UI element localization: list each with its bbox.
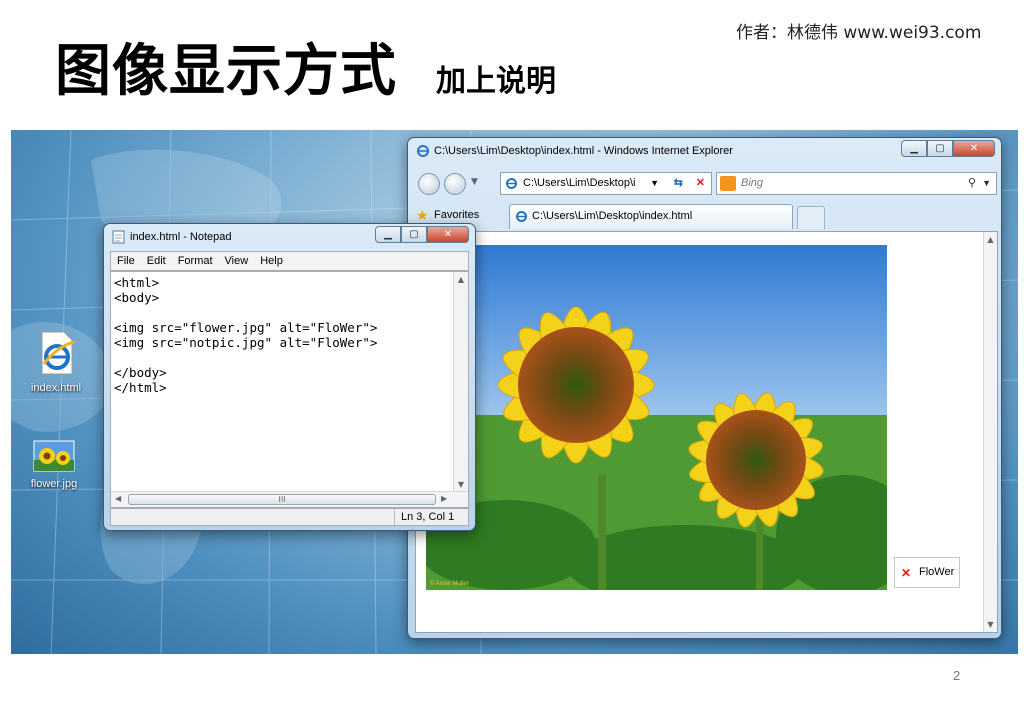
- ie-window-title: C:\Users\Lim\Desktop\index.html - Window…: [434, 145, 733, 157]
- notepad-vertical-scrollbar[interactable]: ▲ ▼: [453, 272, 468, 492]
- new-tab-button[interactable]: [797, 206, 825, 229]
- tab-page-icon: [516, 211, 527, 222]
- bing-icon: [720, 176, 736, 191]
- notepad-horizontal-scrollbar[interactable]: ◀ III ▶: [111, 491, 468, 507]
- minimize-button[interactable]: ▁: [375, 226, 401, 243]
- search-icon[interactable]: ⚲: [968, 173, 976, 194]
- author-credit: 作者：林德伟 www.wei93.com: [736, 23, 982, 43]
- history-dropdown-icon[interactable]: ▼: [471, 177, 478, 187]
- notepad-icon: [112, 230, 125, 244]
- maximize-button[interactable]: ▢: [401, 226, 427, 243]
- html-source-code[interactable]: <html> <body> <img src="flower.jpg" alt=…: [114, 275, 377, 395]
- notepad-menubar: File Edit Format View Help: [110, 251, 469, 271]
- ie-vertical-scrollbar[interactable]: ▲ ▼: [983, 232, 997, 632]
- scroll-down-icon[interactable]: ▼: [454, 480, 468, 489]
- address-bar[interactable]: C:\Users\Lim\Desktop\i ▼ ⇆ ✕: [500, 172, 712, 195]
- ie-window: C:\Users\Lim\Desktop\index.html - Window…: [407, 137, 1002, 639]
- notepad-status-bar: Ln 3, Col 1: [110, 508, 469, 526]
- tab-label: C:\Users\Lim\Desktop\index.html: [532, 210, 693, 222]
- ie-page-content: © Ansel Muller ✕ FloWer ▲ ▼: [415, 231, 998, 633]
- notepad-window: index.html - Notepad ▁ ▢ ✕ File Edit For…: [103, 223, 476, 531]
- back-button[interactable]: [418, 173, 440, 195]
- cursor-position: Ln 3, Col 1: [394, 509, 454, 525]
- sunflower-image: © Ansel Muller: [426, 245, 887, 590]
- stop-icon[interactable]: ✕: [696, 173, 705, 194]
- broken-image-icon: ✕: [901, 566, 912, 580]
- page-icon: [506, 178, 517, 189]
- address-text: C:\Users\Lim\Desktop\i: [523, 177, 636, 189]
- tab-index-html[interactable]: C:\Users\Lim\Desktop\index.html: [509, 204, 793, 229]
- desktop-icon-label: flower.jpg: [30, 478, 78, 490]
- scroll-left-icon[interactable]: ◀: [115, 494, 121, 503]
- notepad-window-controls: ▁ ▢ ✕: [375, 226, 469, 243]
- search-input[interactable]: Bing ⚲ ▼: [716, 172, 997, 195]
- ie-tabs-row: ★ Favorites C:\Users\Lim\Desktop\index.h…: [413, 202, 997, 229]
- ie-address-row: ▼ C:\Users\Lim\Desktop\i ▼ ⇆ ✕ Bing ⚲ ▼: [416, 171, 997, 197]
- menu-view[interactable]: View: [225, 252, 249, 270]
- favorites-label: Favorites: [434, 209, 480, 221]
- menu-format[interactable]: Format: [178, 252, 213, 270]
- scroll-down-icon[interactable]: ▼: [984, 620, 997, 629]
- forward-button[interactable]: [444, 173, 466, 195]
- scroll-right-icon[interactable]: ▶: [441, 494, 447, 503]
- broken-image-alt-text: FloWer: [919, 566, 955, 578]
- photo-credit: © Ansel Muller: [430, 580, 469, 587]
- broken-image-placeholder: ✕ FloWer: [894, 557, 960, 588]
- page-number: 2: [953, 668, 961, 683]
- search-placeholder: Bing: [741, 177, 764, 189]
- desktop-icon-label: index.html: [30, 382, 82, 394]
- address-dropdown-icon[interactable]: ▼: [650, 173, 659, 194]
- menu-edit[interactable]: Edit: [147, 252, 166, 270]
- menu-file[interactable]: File: [117, 252, 135, 270]
- favorites-button[interactable]: ★ Favorites: [416, 205, 479, 225]
- slide-subtitle: 加上说明: [436, 64, 556, 99]
- refresh-icon[interactable]: ⇆: [674, 173, 683, 194]
- ie-file-icon: [41, 331, 75, 375]
- horizontal-scroll-thumb[interactable]: III: [128, 494, 436, 505]
- desktop-icon-flower-jpg[interactable]: flower.jpg: [19, 440, 89, 490]
- maximize-button[interactable]: ▢: [927, 140, 953, 157]
- ie-logo-icon: [417, 145, 429, 157]
- search-dropdown-icon[interactable]: ▼: [982, 173, 991, 194]
- notepad-text-area[interactable]: <html> <body> <img src="flower.jpg" alt=…: [110, 271, 469, 508]
- scroll-up-icon[interactable]: ▲: [984, 235, 997, 244]
- star-icon: ★: [416, 207, 429, 223]
- desktop-icon-index-html[interactable]: index.html: [21, 330, 91, 394]
- scroll-up-icon[interactable]: ▲: [454, 275, 468, 284]
- minimize-button[interactable]: ▁: [901, 140, 927, 157]
- ie-window-controls: ▁ ▢ ✕: [901, 140, 995, 157]
- close-button[interactable]: ✕: [427, 226, 469, 243]
- close-button[interactable]: ✕: [953, 140, 995, 157]
- slide-title: 图像显示方式: [55, 39, 397, 104]
- notepad-window-title: index.html - Notepad: [130, 231, 232, 243]
- image-file-icon: [33, 440, 75, 472]
- menu-help[interactable]: Help: [260, 252, 283, 270]
